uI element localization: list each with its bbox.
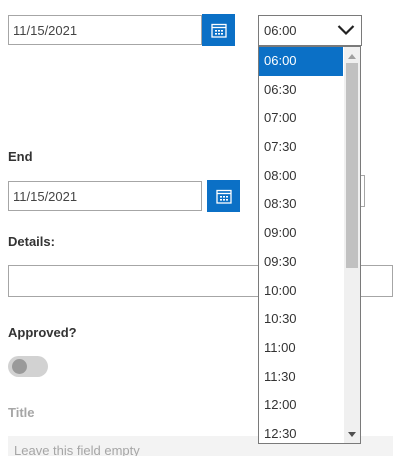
end-date-input[interactable]: 11/15/2021 [8, 181, 202, 211]
time-option[interactable]: 08:00 [259, 162, 343, 191]
scroll-down-arrow-icon[interactable] [344, 427, 360, 441]
time-dropdown-list[interactable]: 06:00 06:30 07:00 07:30 08:00 08:30 09:0… [258, 46, 361, 444]
time-option[interactable]: 10:00 [259, 277, 343, 306]
start-date-picker-button[interactable] [202, 14, 235, 46]
scroll-up-arrow-icon[interactable] [344, 49, 360, 63]
time-option[interactable]: 11:00 [259, 334, 343, 363]
approved-toggle[interactable] [8, 356, 48, 377]
time-option[interactable]: 09:00 [259, 219, 343, 248]
time-option[interactable]: 07:30 [259, 133, 343, 162]
end-date-picker-button[interactable] [207, 180, 240, 212]
details-label: Details: [8, 234, 55, 249]
scrollbar-thumb[interactable] [346, 63, 358, 268]
time-option[interactable]: 09:30 [259, 248, 343, 277]
time-option[interactable]: 08:30 [259, 190, 343, 219]
toggle-knob [12, 359, 27, 374]
approved-label: Approved? [8, 325, 77, 340]
calendar-icon [210, 23, 227, 38]
time-option[interactable]: 12:30 [259, 420, 343, 443]
end-label: End [8, 149, 33, 164]
event-form: 11/15/2021 End 11/15/2021 Details: Appro… [0, 0, 401, 456]
start-date-input[interactable]: 11/15/2021 [8, 15, 202, 45]
start-time-value: 06:00 [264, 23, 297, 38]
time-option[interactable]: 07:00 [259, 104, 343, 133]
calendar-icon [215, 189, 232, 204]
time-option[interactable]: 12:00 [259, 391, 343, 420]
time-options: 06:00 06:30 07:00 07:30 08:00 08:30 09:0… [259, 47, 343, 443]
time-option[interactable]: 11:30 [259, 363, 343, 392]
chevron-down-icon [337, 25, 355, 36]
time-option[interactable]: 06:30 [259, 76, 343, 105]
start-time-select[interactable]: 06:00 [258, 15, 362, 46]
dropdown-scrollbar[interactable] [344, 47, 360, 443]
title-label: Title [8, 405, 35, 420]
time-option[interactable]: 10:30 [259, 305, 343, 334]
time-option[interactable]: 06:00 [259, 47, 343, 76]
